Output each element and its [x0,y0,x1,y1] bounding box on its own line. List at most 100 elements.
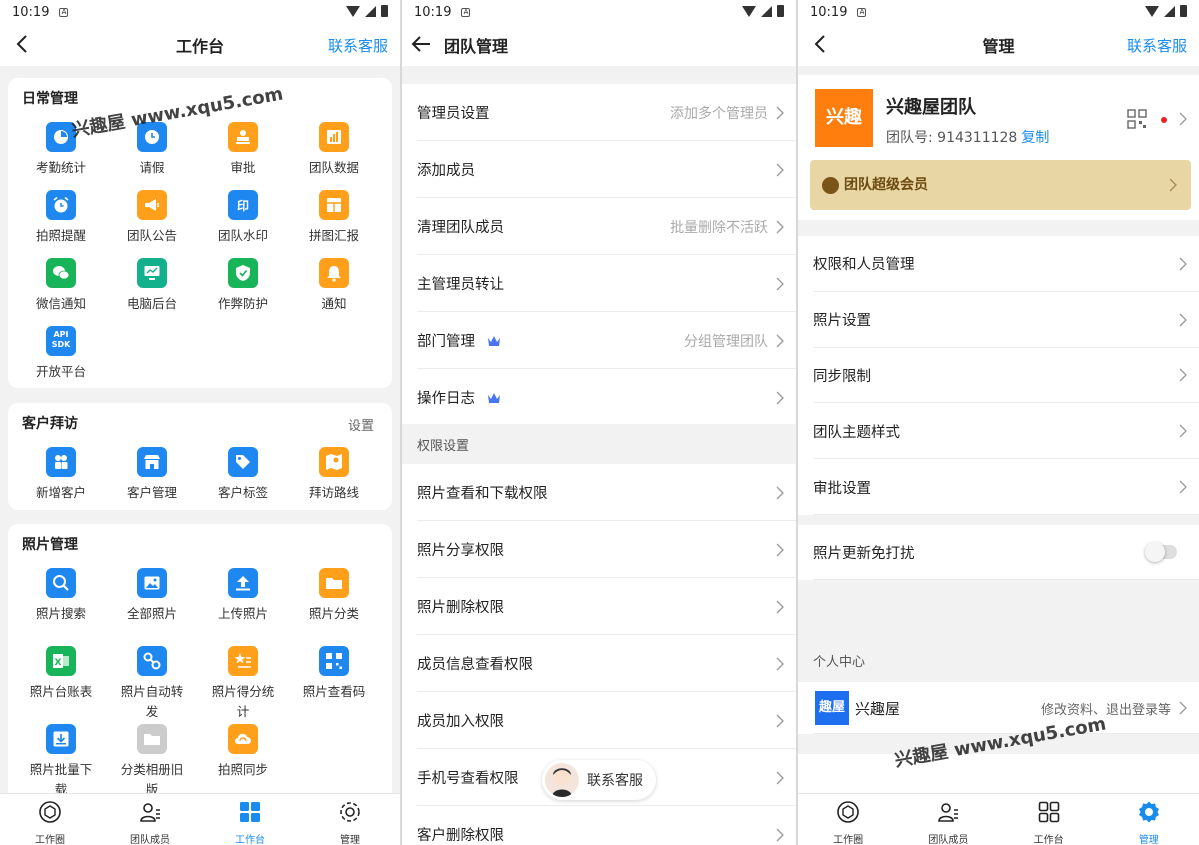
tab-label: 管理 [340,835,360,845]
grid-item[interactable]: 拜访路线 [289,447,379,503]
team-logo: 兴趣 [815,89,873,147]
grid-item[interactable]: 分类相册旧版 [107,724,197,800]
tab-team-members[interactable]: 团队成员 [898,794,998,845]
grid-item[interactable]: 上传照片 [198,568,288,624]
floating-contact-button[interactable]: 联系客服 [542,760,656,800]
tab-workbench[interactable]: 工作台 [200,794,300,845]
folder-icon [319,568,349,598]
user-avatar: 趣屋 [815,691,849,725]
grid-item[interactable]: 全部照片 [107,568,197,624]
grid-item[interactable]: 照片分类 [289,568,379,624]
back-icon[interactable] [810,33,832,55]
settings-row[interactable]: 客户删除权限 [402,806,796,845]
grid-item[interactable]: 作弊防护 [198,258,288,314]
settings-row[interactable]: 团队主题样式 [798,403,1199,460]
qr-code-icon[interactable] [1127,109,1147,129]
tab-label: 团队成员 [130,835,170,845]
contact-support-link[interactable]: 联系客服 [1127,35,1187,56]
settings-row[interactable]: 主管理员转让 [402,255,796,312]
settings-row[interactable]: 权限和人员管理 [798,236,1199,292]
grid-item-label: 上传照片 [217,606,268,621]
gear-icon [340,802,360,822]
vip-banner[interactable]: 团队超级会员 [810,160,1191,210]
grid-item[interactable]: 团队公告 [107,190,197,246]
back-icon[interactable] [12,33,34,55]
tab-team-members[interactable]: 团队成员 [100,794,200,845]
wifi-icon [742,5,756,17]
settings-row[interactable]: 照片查看和下载权限 [402,464,796,521]
megaphone-icon [137,190,167,220]
tab-manage[interactable]: 管理 [1099,794,1199,845]
bar-chart-icon [319,122,349,152]
settings-row[interactable]: 成员信息查看权限 [402,635,796,692]
grid-item[interactable]: 团队数据 [289,122,379,178]
chevron-right-icon [1179,313,1187,327]
settings-row[interactable]: 清理团队成员 批量删除不活跃 [402,198,796,255]
grid-item[interactable]: 通知 [289,258,379,314]
workbench-screen: 10:19 A 工作台 联系客服 日常管理 考勤统计 请假 审批 团队数据 拍照提醒 团队… [0,0,400,845]
copy-button[interactable]: 复制 [1021,130,1049,146]
dnd-toggle[interactable] [1145,542,1177,562]
tab-manage[interactable]: 管理 [300,794,400,845]
grid-item[interactable]: 照片批量下载 [16,724,106,800]
photo-management-card: 照片管理 照片搜索 全部照片 上传照片 照片分类 X 照片台账表 照片自动转发 照片得分统计照… [8,524,392,814]
grid-item[interactable]: API SDK 开放平台 [16,326,106,382]
grid-item[interactable]: 微信通知 [16,258,106,314]
grid-item-label: 请假 [139,160,165,175]
chevron-right-icon [776,543,784,556]
row-label: 审批设置 [813,480,871,497]
collage-icon [319,190,349,220]
chevron-right-icon [1169,178,1177,192]
settings-row[interactable]: 添加成员 [402,141,796,198]
chevron-right-icon [776,714,784,727]
grid-item[interactable]: 新增客户 [16,447,106,503]
settings-row[interactable]: 照片设置 [798,291,1199,348]
grid-item[interactable]: 照片搜索 [16,568,106,624]
stamp-icon [228,122,258,152]
signal-icon [761,5,772,17]
grid-item-label: 作弊防护 [217,296,268,311]
vip-crown-icon [488,335,500,346]
api-sdk-icon: API SDK [46,326,76,356]
grid-item[interactable]: 拼图汇报 [289,190,379,246]
settings-row[interactable]: 操作日志 [402,369,796,426]
chevron-right-icon [776,106,784,119]
grid-item[interactable]: 客户标签 [198,447,288,503]
personal-center-row[interactable]: 趣屋 兴趣屋 修改资料、退出登录等 [798,682,1199,734]
team-header[interactable]: 兴趣 兴趣屋团队 团队号: 914311128 复制 团队超级会员 [798,75,1199,220]
tab-workbench[interactable]: 工作台 [999,794,1099,845]
settings-row[interactable]: 审批设置 [798,459,1199,515]
settings-row[interactable]: 部门管理 分组管理团队 [402,312,796,369]
grid-item-label: 全部照片 [126,606,177,621]
page-title: 团队管理 [444,37,509,56]
settings-row[interactable]: 管理员设置 添加多个管理员 [402,84,796,141]
tab-work-circle[interactable]: 工作圈 [798,794,898,845]
member-list-icon [140,803,160,822]
grid-item-label: 客户管理 [126,485,177,500]
settings-row[interactable]: 照片分享权限 [402,521,796,578]
settings-row[interactable]: 成员加入权限 [402,692,796,749]
chevron-right-icon [1179,424,1187,438]
grid-item[interactable]: 照片自动转发 [107,646,197,722]
grid-item[interactable]: X 照片台账表 [16,646,106,702]
grid-item[interactable]: 拍照同步 [198,724,288,780]
grid-item[interactable]: 照片查看码 [289,646,379,702]
back-arrow-icon[interactable] [410,33,432,55]
tab-work-circle[interactable]: 工作圈 [0,794,100,845]
row-label: 客户删除权限 [417,828,504,844]
tab-bar: 工作圈 团队成员 工作台 管理 [798,793,1199,845]
status-icons [346,5,388,17]
settings-row[interactable]: 照片删除权限 [402,578,796,635]
row-label: 照片查看和下载权限 [417,486,548,502]
grid-item[interactable]: 审批 [198,122,288,178]
download-icon [46,724,76,754]
grid-item[interactable]: 照片得分统计 [198,646,288,722]
settings-row[interactable]: 同步限制 [798,347,1199,404]
visit-settings-link[interactable]: 设置 [348,415,374,434]
status-icons [1145,5,1187,17]
grid-item[interactable]: 印团队水印 [198,190,288,246]
grid-item[interactable]: 电脑后台 [107,258,197,314]
grid-item[interactable]: 拍照提醒 [16,190,106,246]
grid-item[interactable]: 客户管理 [107,447,197,503]
contact-support-link[interactable]: 联系客服 [328,35,388,56]
